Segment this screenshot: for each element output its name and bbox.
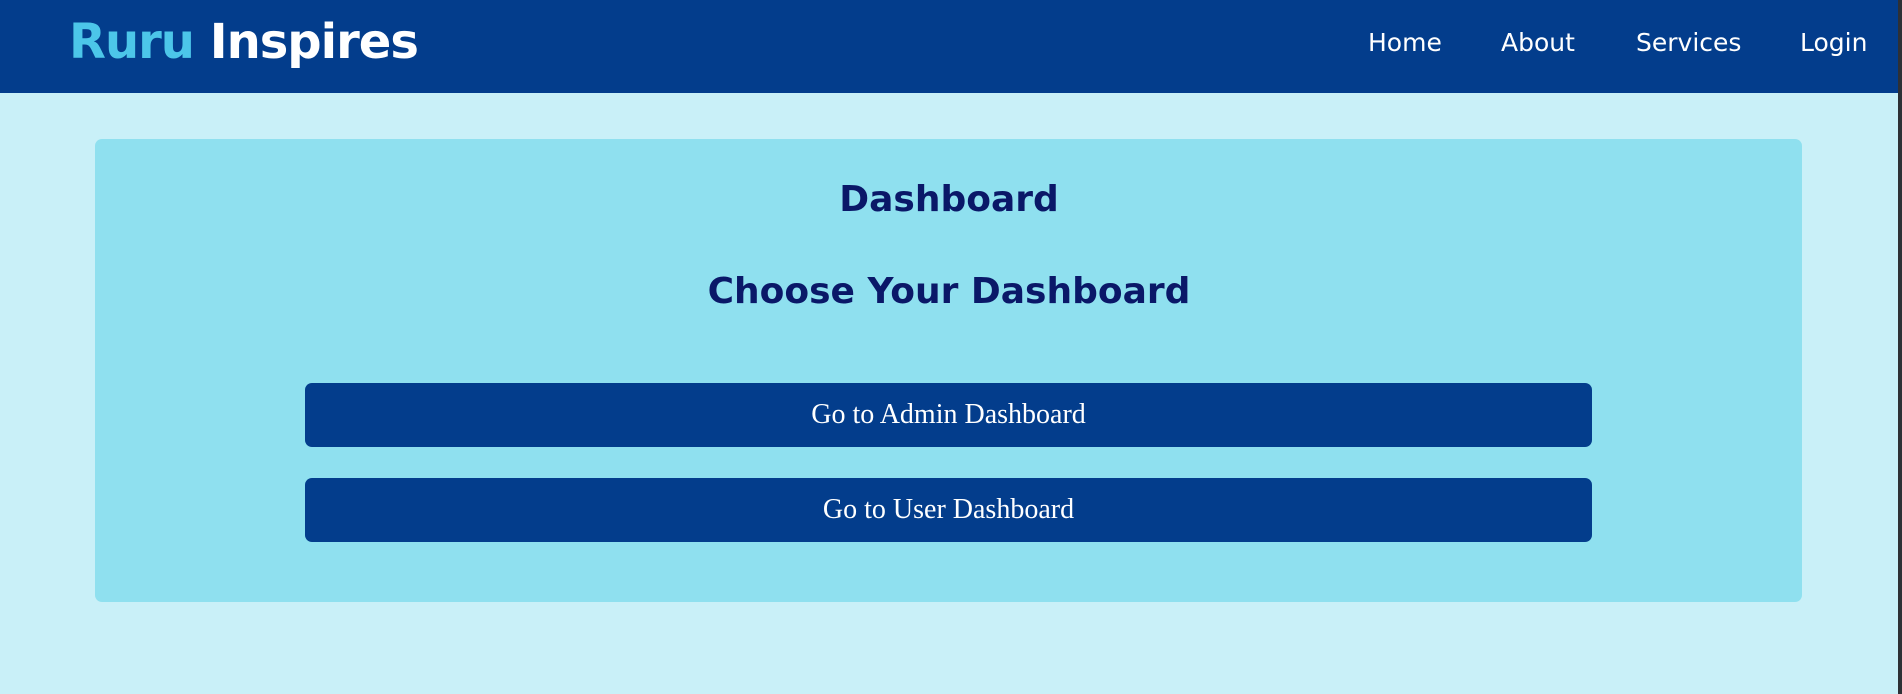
window-edge-divider xyxy=(1898,0,1902,694)
brand-name-part1: Ruru xyxy=(69,14,195,70)
user-dashboard-button[interactable]: Go to User Dashboard xyxy=(305,478,1592,542)
navbar: Ruru Inspires Home About Services Login xyxy=(0,0,1898,93)
nav-link-about[interactable]: About xyxy=(1501,26,1575,60)
brand-name-part2: Inspires xyxy=(209,14,419,70)
dashboard-subtitle: Choose Your Dashboard xyxy=(707,271,1191,312)
nav-link-login[interactable]: Login xyxy=(1800,26,1867,60)
admin-dashboard-button[interactable]: Go to Admin Dashboard xyxy=(305,383,1592,447)
nav-link-home[interactable]: Home xyxy=(1368,26,1442,60)
brand-logo[interactable]: Ruru Inspires xyxy=(69,10,419,74)
nav-link-services[interactable]: Services xyxy=(1636,26,1741,60)
dashboard-title: Dashboard xyxy=(839,179,1059,220)
